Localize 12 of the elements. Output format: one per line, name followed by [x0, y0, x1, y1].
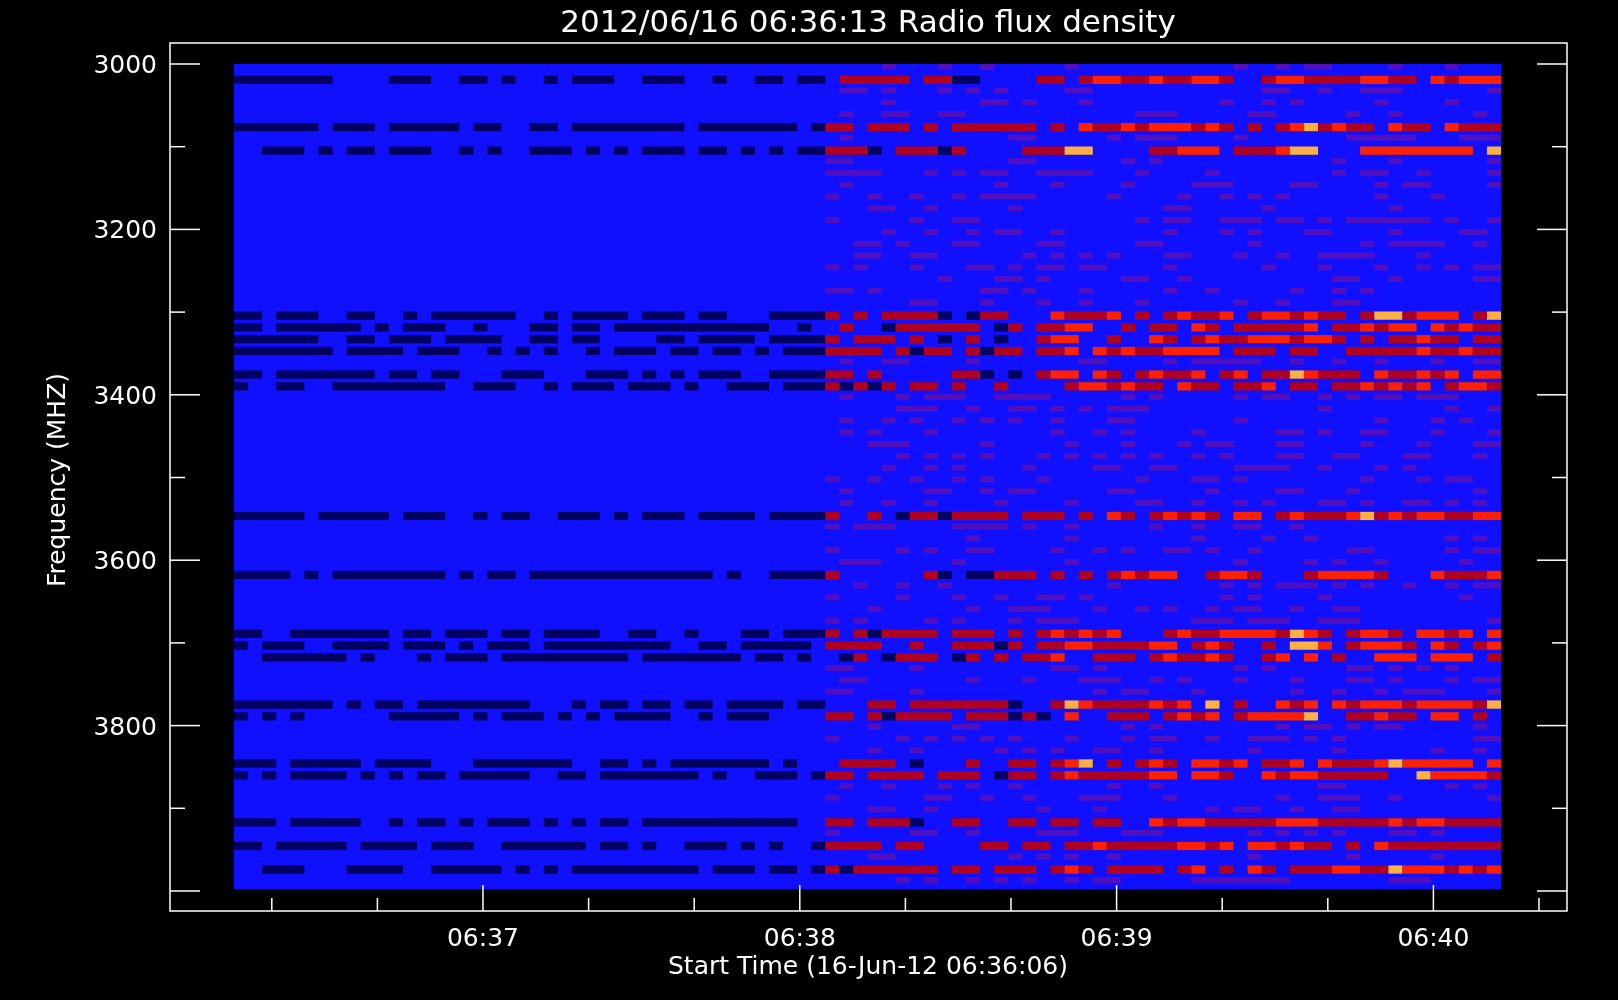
y-tick-label: 3800 [93, 711, 157, 741]
x-tick-label: 06:38 [763, 923, 836, 952]
x-axis-label: Start Time (16-Jun-12 06:36:06) [668, 951, 1068, 980]
y-axis-label: Frequency (MHZ) [42, 372, 71, 588]
x-tick-label: 06:40 [1397, 923, 1470, 952]
chart-title: 2012/06/16 06:36:13 Radio flux density [559, 2, 1176, 40]
y-tick-label: 3200 [93, 215, 157, 245]
y-tick-label: 3600 [93, 546, 157, 576]
y-tick-label: 3000 [93, 50, 157, 79]
x-tick-label: 06:39 [1080, 923, 1153, 952]
y-tick-label: 3400 [93, 380, 157, 410]
x-tick-label: 06:37 [447, 923, 519, 952]
